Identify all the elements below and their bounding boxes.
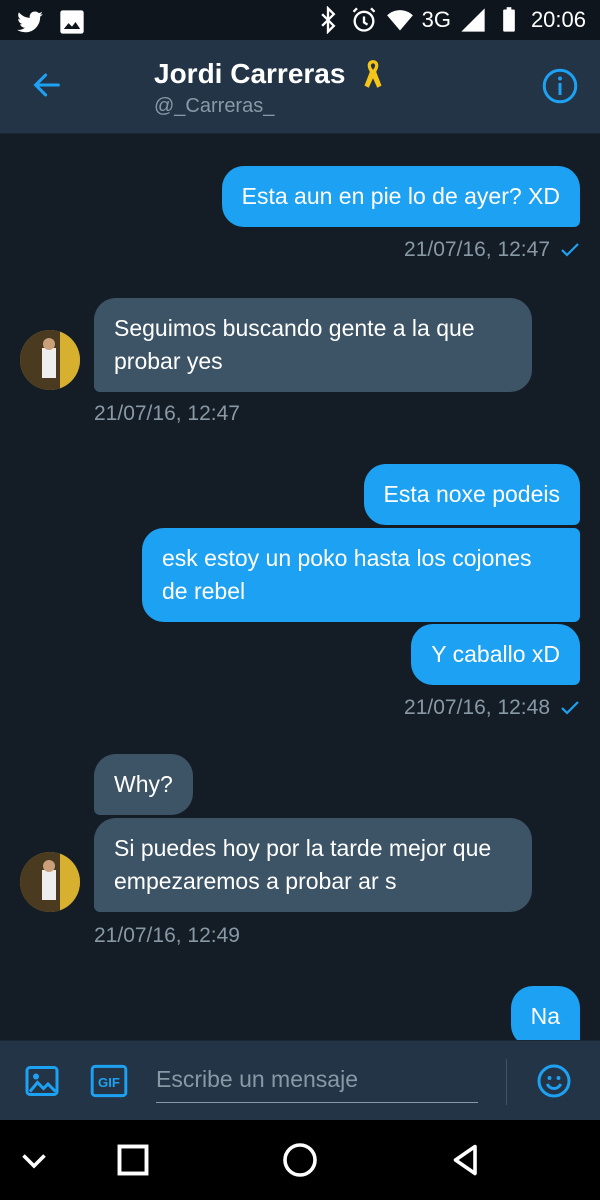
avatar[interactable] xyxy=(20,852,80,912)
message-bubble-outgoing[interactable]: Esta noxe podeis xyxy=(363,464,580,525)
message-bubble-outgoing[interactable]: Esta aun en pie lo de ayer? XD xyxy=(221,166,580,227)
message-timestamp: 21/07/16, 12:47 xyxy=(94,402,240,425)
image-icon xyxy=(60,10,84,34)
message-timestamp: 21/07/16, 12:48 xyxy=(404,696,580,720)
message-list[interactable]: Esta aun en pie lo de ayer? XD 21/07/16,… xyxy=(0,134,600,1040)
message-bubble-outgoing[interactable]: Y caballo xD xyxy=(411,624,580,685)
composer-divider xyxy=(506,1059,507,1105)
message-bubble-outgoing[interactable]: esk estoy un poko hasta los cojones de r… xyxy=(142,528,580,622)
system-nav-bar xyxy=(0,1120,600,1200)
bluetooth-icon xyxy=(320,6,336,34)
contact-handle: @_Carreras_ xyxy=(154,95,275,117)
sent-check-icon xyxy=(561,701,579,716)
gif-icon[interactable]: GIF xyxy=(90,1063,128,1099)
home-circle-icon[interactable] xyxy=(282,1142,318,1178)
twitter-icon xyxy=(17,11,43,33)
conversation-header: Jordi Carreras @_Carreras_ xyxy=(0,40,600,134)
image-attach-icon[interactable] xyxy=(24,1063,60,1099)
clock: 20:06 xyxy=(530,7,586,32)
emoji-icon[interactable] xyxy=(536,1063,572,1099)
back-arrow-icon[interactable] xyxy=(30,68,64,102)
back-triangle-icon[interactable] xyxy=(448,1142,484,1178)
message-timestamp: 21/07/16, 12:49 xyxy=(94,924,240,947)
gif-label: GIF xyxy=(98,1075,120,1090)
avatar[interactable] xyxy=(20,330,80,390)
yellow-ribbon-icon xyxy=(364,60,382,88)
network-label: 3G xyxy=(421,7,451,32)
message-timestamp: 21/07/16, 12:47 xyxy=(404,238,580,262)
message-bubble-incoming[interactable]: Si puedes hoy por la tarde mejor que emp… xyxy=(94,818,532,912)
contact-name[interactable]: Jordi Carreras xyxy=(154,58,345,90)
sent-check-icon xyxy=(561,243,579,258)
chevron-down-icon[interactable] xyxy=(16,1142,52,1178)
message-bubble-incoming[interactable]: Seguimos buscando gente a la que probar … xyxy=(94,298,532,392)
signal-icon xyxy=(461,8,485,32)
alarm-icon xyxy=(352,7,375,32)
message-bubble-incoming[interactable]: Why? xyxy=(94,754,193,815)
message-composer: GIF xyxy=(0,1040,600,1120)
recents-square-icon[interactable] xyxy=(115,1142,151,1178)
battery-icon xyxy=(503,7,515,32)
wifi-icon xyxy=(386,10,413,31)
info-icon[interactable] xyxy=(542,68,578,104)
message-input[interactable] xyxy=(156,1057,478,1103)
message-bubble-outgoing[interactable]: Na xyxy=(510,986,580,1040)
status-bar: 3G 20:06 xyxy=(0,0,600,40)
